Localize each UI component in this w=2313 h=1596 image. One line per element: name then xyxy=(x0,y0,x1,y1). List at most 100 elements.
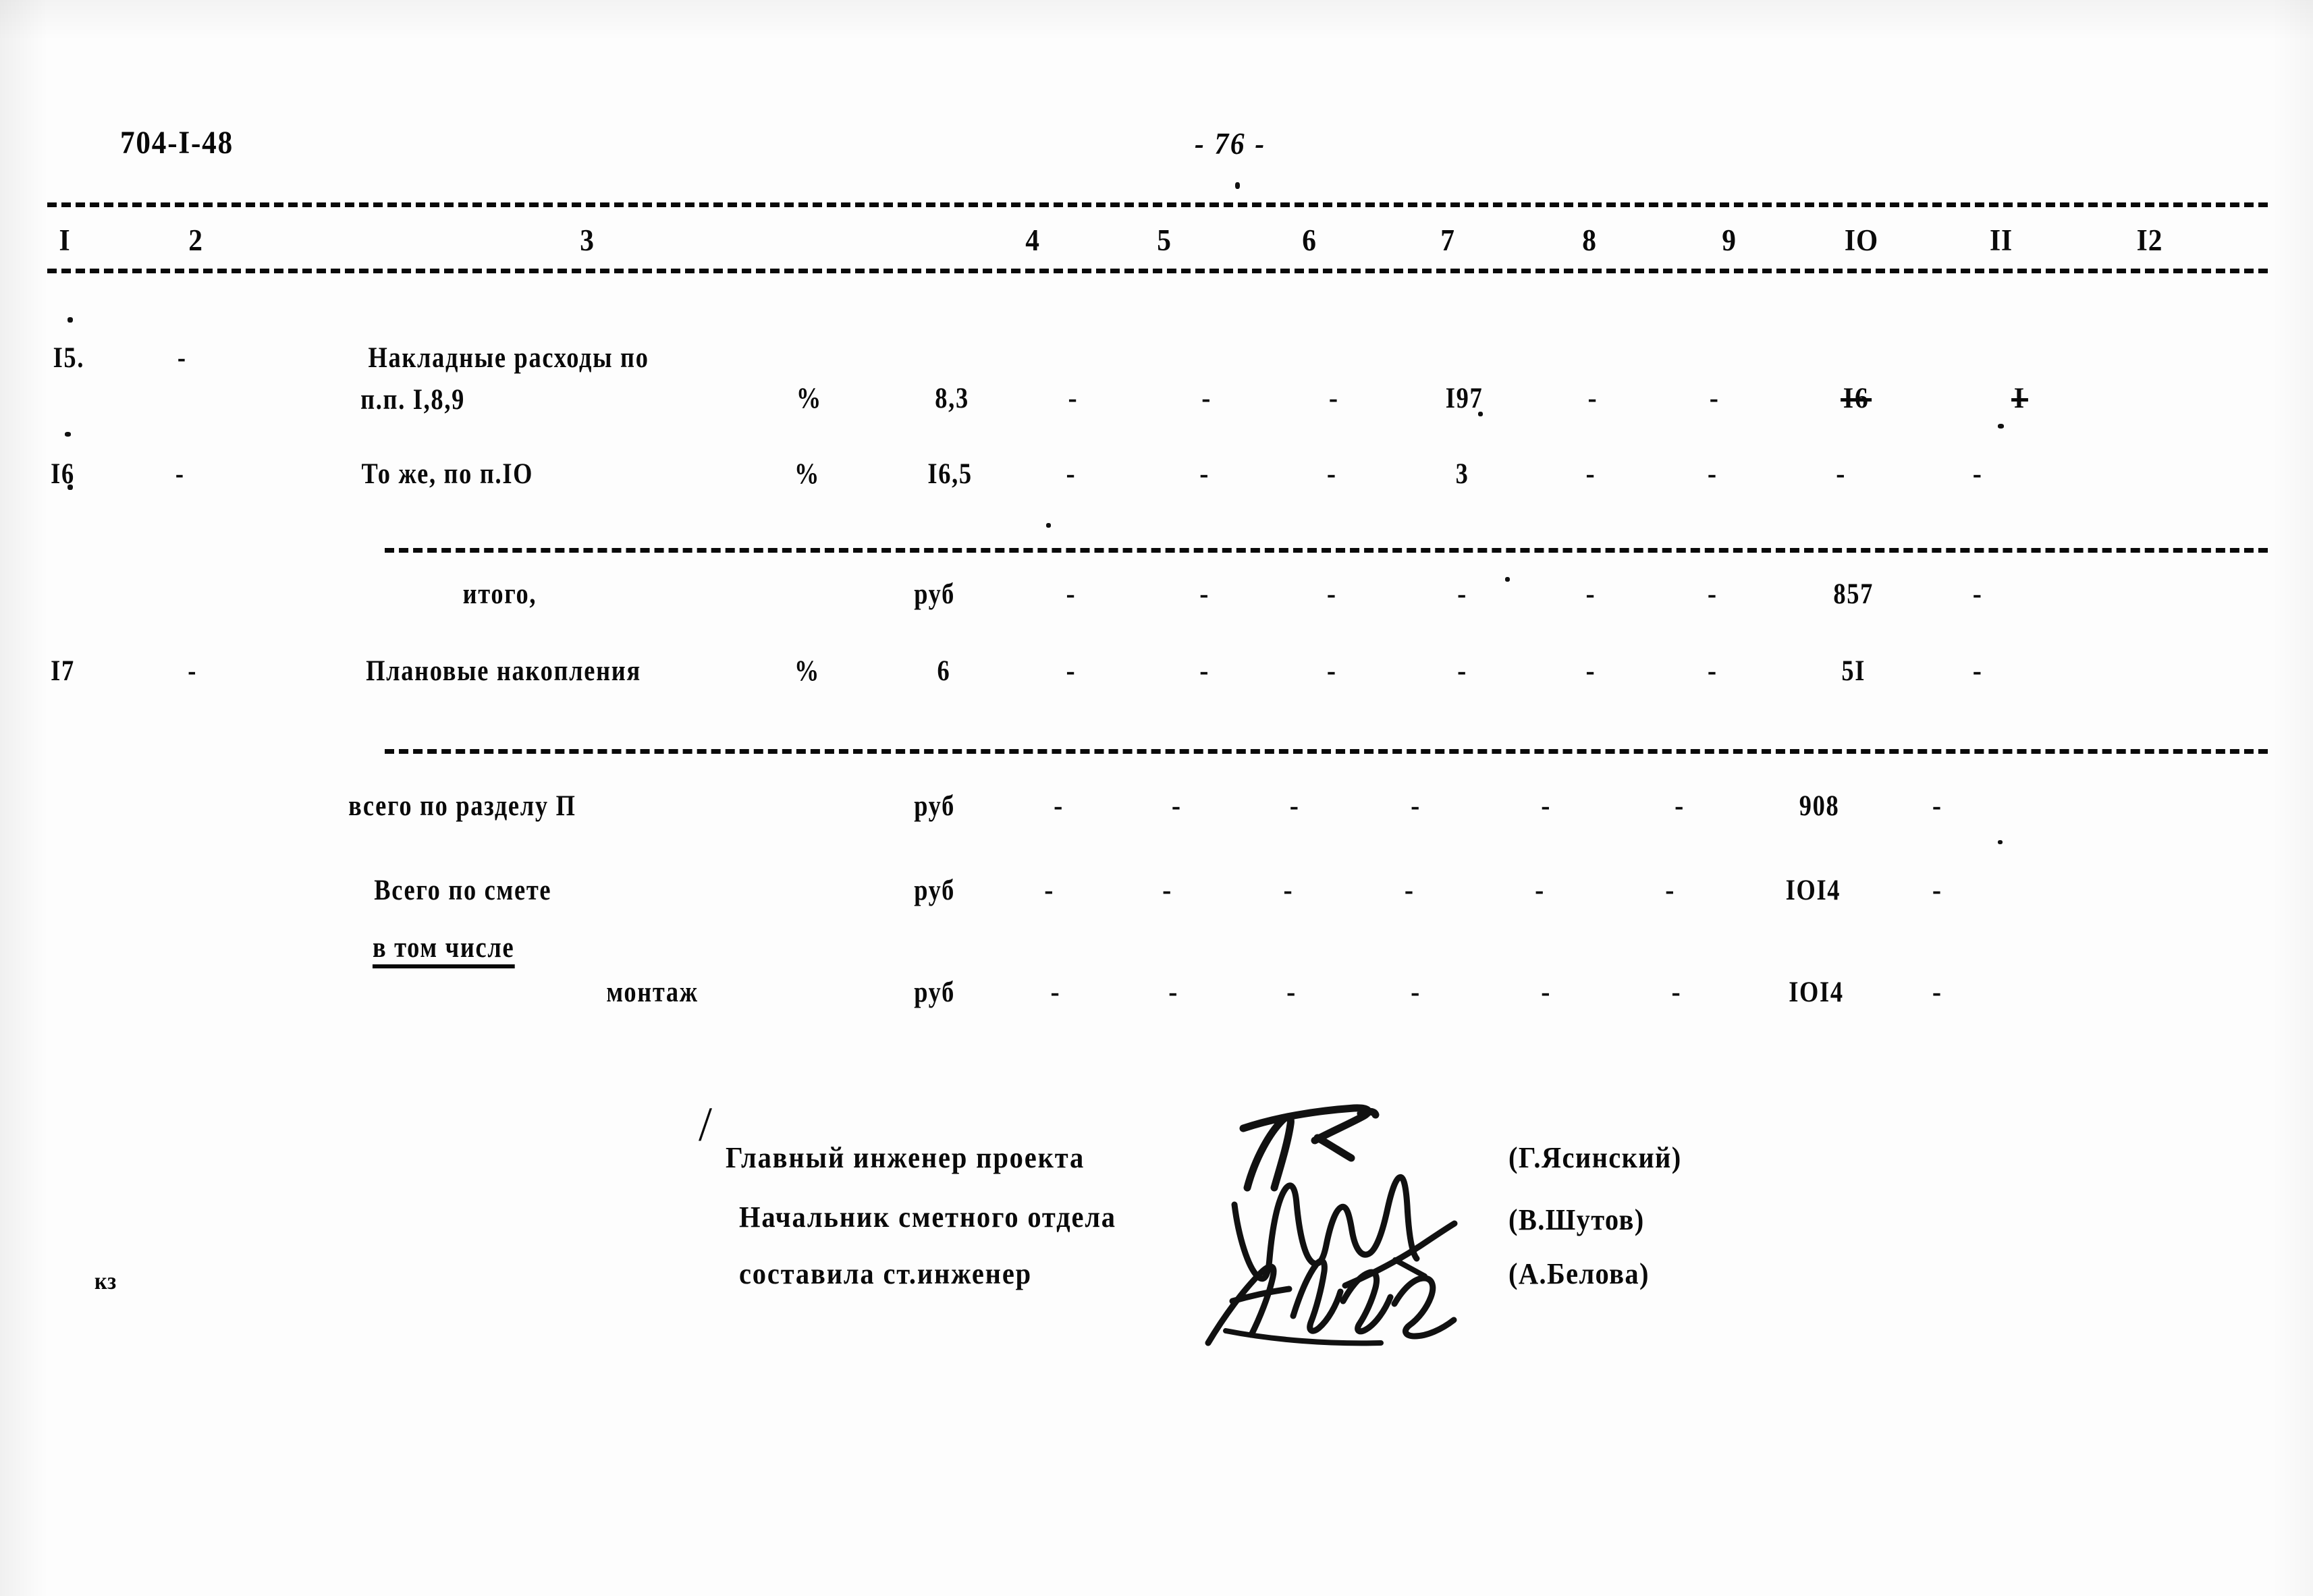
row-col6: - xyxy=(1168,976,1179,1008)
row-unit: руб xyxy=(914,578,955,610)
row-col10: - xyxy=(1707,655,1718,687)
row-col6: - xyxy=(1201,383,1212,414)
page-number: - 76 - xyxy=(1195,126,1266,161)
column-header-6: 6 xyxy=(1302,223,1317,257)
column-header-5: 5 xyxy=(1157,223,1172,257)
row-col8: - xyxy=(1457,655,1468,687)
row-name-line1: Всего по смете xyxy=(374,875,552,906)
row-name-line1: Плановые накопления xyxy=(366,655,641,687)
column-header-12: I2 xyxy=(2136,223,2163,257)
row-col4: 8,3 xyxy=(935,383,969,414)
row-col10: - xyxy=(1665,875,1676,906)
row-col11: IOI4 xyxy=(1785,875,1841,906)
row-col8: - xyxy=(1411,790,1421,822)
row-col9: - xyxy=(1535,875,1546,906)
row-col11: I6 xyxy=(1843,383,1870,414)
scan-speck xyxy=(1998,840,2003,844)
column-header-11: II xyxy=(1989,223,2013,257)
row-col10: - xyxy=(1707,458,1718,490)
table-rule-header xyxy=(47,269,2268,273)
handwritten-slash-mark: / xyxy=(699,1097,713,1151)
table-rule-top xyxy=(47,202,2268,207)
row-col8: I97 xyxy=(1445,383,1484,414)
scan-speck xyxy=(67,485,73,490)
column-header-1: I xyxy=(59,223,71,257)
row-col6: - xyxy=(1162,875,1173,906)
row-unit: % xyxy=(794,458,821,490)
row-col12: - xyxy=(1932,875,1942,906)
row-col7: - xyxy=(1328,383,1339,414)
signature-title-chief-engineer: Главный инженер проекта xyxy=(726,1141,1085,1174)
row-number: I5. xyxy=(53,342,85,374)
row-col2: - xyxy=(188,655,198,687)
column-header-7: 7 xyxy=(1440,223,1455,257)
row-col6: - xyxy=(1199,458,1210,490)
row-col5: - xyxy=(1066,458,1077,490)
column-header-8: 8 xyxy=(1582,223,1597,257)
row-col9: - xyxy=(1585,655,1596,687)
row-col9: - xyxy=(1585,458,1596,490)
row-col9: - xyxy=(1585,578,1596,610)
row-col11: IOI4 xyxy=(1789,976,1844,1008)
row-col11: 857 xyxy=(1833,578,1874,610)
row-col11: 908 xyxy=(1799,790,1840,822)
row-col2: - xyxy=(177,342,187,374)
row-name-line1: итого, xyxy=(462,578,537,610)
row-col5: - xyxy=(1066,655,1077,687)
row-col11: - xyxy=(1836,458,1847,490)
row-col5: - xyxy=(1044,875,1055,906)
row-col12: - xyxy=(1932,790,1942,822)
row-col7: - xyxy=(1326,458,1337,490)
signature-title-compiler: составила ст.инженер xyxy=(739,1257,1033,1290)
row-col7: - xyxy=(1289,790,1300,822)
column-header-4: 4 xyxy=(1025,223,1040,257)
row-col8: 3 xyxy=(1455,458,1469,490)
column-header-9: 9 xyxy=(1722,223,1737,257)
row-col9: - xyxy=(1541,790,1552,822)
table-rule-subtotal xyxy=(385,548,2268,553)
row-name-line1: Накладные расходы по xyxy=(368,342,649,374)
column-header-3: 3 xyxy=(580,223,595,257)
column-header-10: IO xyxy=(1844,223,1879,257)
row-number: I7 xyxy=(51,655,75,687)
row-name-line1: в том числе xyxy=(372,933,515,969)
row-name-line1: То же, по п.IO xyxy=(361,458,534,490)
row-unit: руб xyxy=(914,790,955,822)
scan-speck xyxy=(67,317,73,323)
row-col6: - xyxy=(1171,790,1182,822)
signature-ink-compiler xyxy=(1205,1258,1457,1346)
row-col7: - xyxy=(1326,655,1337,687)
row-col2: - xyxy=(175,458,185,490)
row-col8: - xyxy=(1404,875,1415,906)
row-col5: - xyxy=(1066,578,1077,610)
row-unit: руб xyxy=(914,976,955,1008)
row-name-line1: всего по разделу П xyxy=(348,790,576,822)
row-col12: - xyxy=(1932,976,1942,1008)
row-col6: - xyxy=(1199,578,1210,610)
row-col10: - xyxy=(1709,383,1720,414)
row-unit: % xyxy=(796,383,822,414)
row-col5: - xyxy=(1068,383,1079,414)
row-col9: - xyxy=(1541,976,1552,1008)
column-header-2: 2 xyxy=(188,223,203,257)
row-col7: - xyxy=(1283,875,1294,906)
row-name-line2: п.п. I,8,9 xyxy=(360,384,466,416)
row-col9: - xyxy=(1587,383,1598,414)
row-col4: 6 xyxy=(937,655,951,687)
table-rule-total xyxy=(385,749,2268,754)
scan-speck xyxy=(65,432,71,437)
scan-speck xyxy=(1046,523,1051,528)
row-unit: % xyxy=(794,655,821,687)
row-unit: руб xyxy=(914,875,955,906)
document-code: 704-I-48 xyxy=(120,125,234,161)
row-name-line1: монтаж xyxy=(606,976,699,1008)
row-col12: - xyxy=(1972,458,1983,490)
scan-speck xyxy=(1235,182,1240,189)
row-col7: - xyxy=(1286,976,1297,1008)
row-col12: - xyxy=(1972,578,1983,610)
row-col11: 5I xyxy=(1841,655,1866,687)
table-row: I5. - Накладные расходы по п.п. I,8,9 % … xyxy=(2,0,2025,415)
row-col6: - xyxy=(1199,655,1210,687)
scan-speck xyxy=(1478,412,1483,416)
row-col10: - xyxy=(1675,790,1685,822)
